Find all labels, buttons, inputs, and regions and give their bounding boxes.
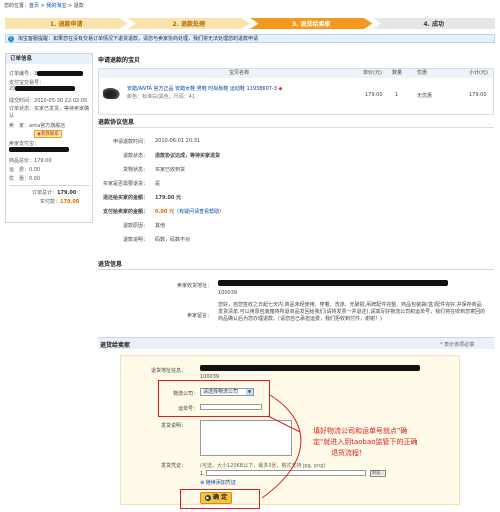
annotation-arrow bbox=[261, 394, 302, 499]
annotation-arrows bbox=[261, 394, 302, 499]
